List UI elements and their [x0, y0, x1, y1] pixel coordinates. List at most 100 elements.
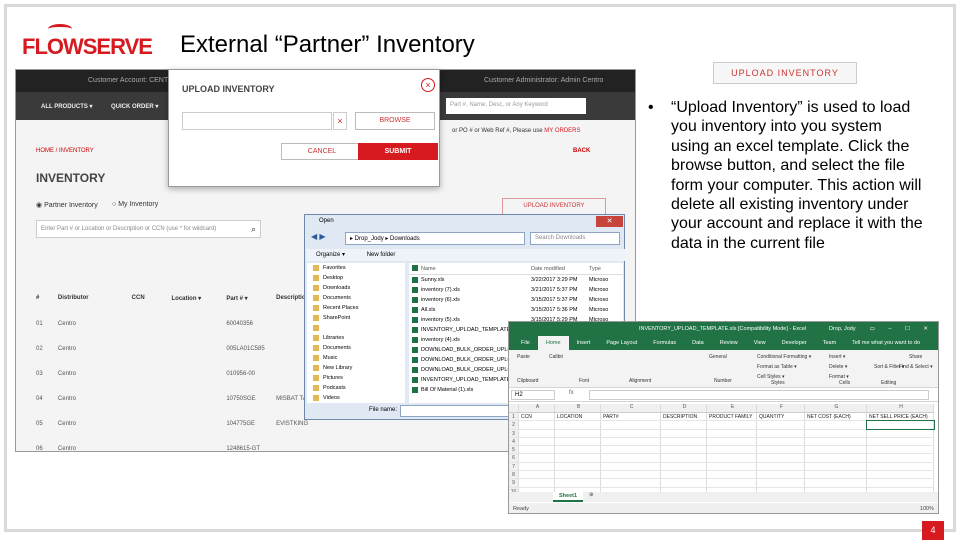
ribbon-tab[interactable]: Review — [712, 336, 746, 350]
cell[interactable] — [661, 479, 707, 487]
nav-pane-item[interactable]: Desktop — [307, 273, 405, 283]
nav-pane-item[interactable]: Pictures — [307, 373, 405, 383]
cancel-button[interactable]: CANCEL — [281, 143, 363, 160]
column-header[interactable]: D — [661, 404, 707, 412]
cell[interactable] — [601, 429, 661, 437]
cell[interactable] — [707, 462, 757, 471]
cell[interactable] — [805, 429, 867, 437]
table-row[interactable]: 02 Centro 005LA01C585 — [36, 336, 316, 361]
ribbon-tab[interactable]: File — [513, 336, 538, 350]
cell[interactable] — [707, 479, 757, 487]
col-name[interactable]: Name — [409, 263, 531, 274]
back-forward-icon[interactable]: ◀ ▶ — [311, 232, 326, 241]
cell[interactable] — [555, 437, 601, 446]
ribbon-label[interactable]: General — [709, 354, 727, 360]
cell[interactable] — [805, 454, 867, 462]
cell[interactable] — [519, 429, 555, 437]
ribbon-tab[interactable]: Insert — [569, 336, 599, 350]
ribbon-label[interactable]: Delete ▾ — [829, 364, 847, 370]
cell[interactable] — [867, 479, 934, 487]
nav-pane-item[interactable]: Libraries — [307, 333, 405, 343]
cell[interactable] — [555, 429, 601, 437]
cell[interactable] — [519, 462, 555, 471]
table-row[interactable]: 05 Centro 104775GE EVISTKING — [36, 411, 316, 436]
cell[interactable] — [661, 471, 707, 479]
ribbon-label[interactable]: Find & Select ▾ — [899, 364, 933, 370]
column-header[interactable]: Part # ▾ — [226, 295, 276, 311]
cell[interactable] — [661, 446, 707, 454]
cell[interactable] — [519, 437, 555, 446]
ribbon-tab[interactable]: Team — [815, 336, 844, 350]
nav-quick-order[interactable]: QUICK ORDER ▾ — [111, 103, 158, 110]
cell[interactable] — [866, 420, 935, 430]
cell[interactable]: NET COST (EACH) — [805, 413, 867, 421]
nav-pane-item[interactable]: SharePoint — [307, 313, 405, 323]
formula-input[interactable] — [589, 390, 929, 400]
cell[interactable] — [519, 479, 555, 487]
row-number[interactable]: 3 — [509, 429, 519, 437]
cell[interactable]: QUANTITY — [757, 413, 805, 421]
cell[interactable] — [805, 479, 867, 487]
nav-pane-item[interactable]: Recent Places — [307, 303, 405, 313]
cell[interactable]: CCN — [519, 413, 555, 421]
file-row[interactable]: inventory (7).xls 3/21/2017 5:37 PM Micros… — [409, 285, 623, 295]
col-type[interactable]: Type — [589, 263, 621, 274]
column-header[interactable]: G — [805, 404, 867, 412]
search-icon[interactable]: ⌕ — [251, 224, 256, 235]
close-icon[interactable]: ✕ — [596, 216, 623, 227]
cell[interactable] — [757, 454, 805, 462]
cell[interactable] — [555, 462, 601, 471]
cell[interactable] — [867, 454, 934, 462]
cell[interactable] — [707, 454, 757, 462]
cell[interactable] — [519, 471, 555, 479]
inventory-filter-input[interactable]: Enter Part # or Location or Description … — [36, 220, 261, 238]
ribbon-tab[interactable]: View — [746, 336, 774, 350]
radio-my-inventory[interactable]: ○ My Inventory — [112, 201, 158, 208]
nav-all-products[interactable]: ALL PRODUCTS ▾ — [41, 103, 93, 110]
corner-cell[interactable] — [509, 404, 519, 412]
nav-pane-item[interactable]: Documents — [307, 293, 405, 303]
ribbon-label[interactable]: Share — [909, 354, 922, 360]
nav-pane-item[interactable]: Music — [307, 353, 405, 363]
cell[interactable] — [757, 437, 805, 446]
ribbon-tab[interactable]: Tell me what you want to do — [844, 336, 928, 350]
cell[interactable] — [757, 471, 805, 479]
ribbon-tab[interactable]: Data — [684, 336, 712, 350]
cell[interactable] — [661, 429, 707, 437]
ribbon-tab[interactable]: Home — [537, 336, 569, 350]
back-link[interactable]: BACK — [573, 148, 590, 154]
cell[interactable] — [805, 446, 867, 454]
cell[interactable] — [519, 446, 555, 454]
cell[interactable] — [661, 421, 707, 429]
cell[interactable] — [555, 454, 601, 462]
cell[interactable] — [519, 454, 555, 462]
cell[interactable]: PRODUCT FAMILY — [707, 413, 757, 421]
ribbon-label[interactable]: Format as Table ▾ — [757, 364, 797, 370]
file-path-input[interactable] — [182, 112, 332, 130]
cell[interactable] — [601, 479, 661, 487]
ribbon-tab[interactable]: Page Layout — [598, 336, 645, 350]
cell[interactable] — [867, 462, 934, 471]
column-header[interactable]: # — [36, 295, 58, 311]
add-sheet-icon[interactable]: ⊕ — [589, 492, 594, 498]
organize-button[interactable]: Organize ▾ — [316, 252, 345, 258]
nav-pane-item[interactable]: New Library — [307, 363, 405, 373]
table-row[interactable]: 06 Centro 1248615-GT — [36, 436, 316, 452]
column-header[interactable]: Distributor — [58, 295, 132, 311]
row-number[interactable]: 6 — [509, 454, 519, 462]
cell[interactable]: DESCRIPTION — [661, 413, 707, 421]
col-date[interactable]: Date modified — [531, 263, 589, 274]
name-box[interactable]: H2 — [511, 390, 555, 400]
browse-button[interactable]: BROWSE — [355, 112, 435, 130]
cell[interactable]: NET SELL PRICE (EACH) — [867, 413, 934, 421]
cell[interactable] — [601, 421, 661, 429]
file-row[interactable]: Sunny.xls 3/22/2017 3:29 PM Microso — [409, 275, 623, 285]
cell[interactable] — [805, 437, 867, 446]
close-icon[interactable]: × — [421, 78, 435, 92]
cell[interactable] — [555, 421, 601, 429]
my-orders-link[interactable]: MY ORDERS — [544, 128, 580, 134]
cell[interactable] — [601, 462, 661, 471]
window-controls-icon[interactable]: ▭ – ☐ ✕ — [870, 322, 934, 336]
column-header[interactable]: F — [757, 404, 805, 412]
row-number[interactable]: 9 — [509, 479, 519, 487]
